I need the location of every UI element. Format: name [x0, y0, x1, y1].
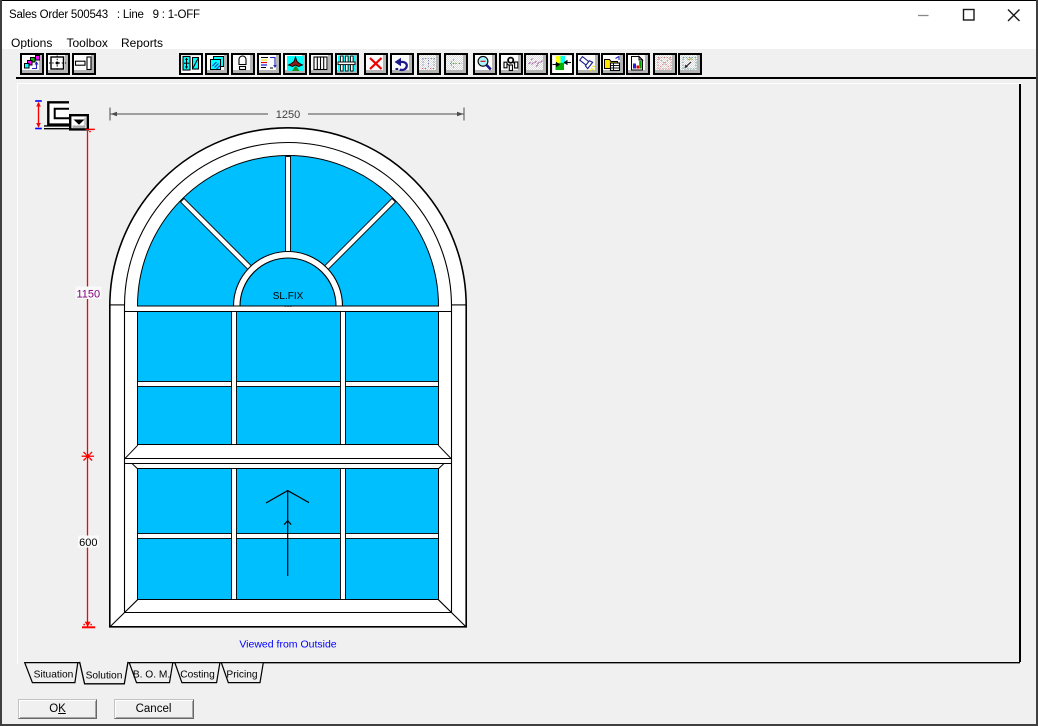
svg-text:Viewed from Outside: Viewed from Outside [239, 639, 336, 651]
svg-text:Situation: Situation [34, 670, 74, 681]
svg-text:1250: 1250 [276, 109, 300, 121]
svg-text:Solution: Solution [86, 671, 123, 682]
svg-text:Pricing: Pricing [226, 670, 257, 681]
svg-text:Costing: Costing [180, 670, 215, 681]
svg-text:1150: 1150 [76, 289, 100, 301]
svg-text:600: 600 [79, 537, 97, 549]
svg-text:B. O. M.: B. O. M. [133, 670, 170, 681]
svg-text:SL.FIX: SL.FIX [273, 291, 304, 302]
